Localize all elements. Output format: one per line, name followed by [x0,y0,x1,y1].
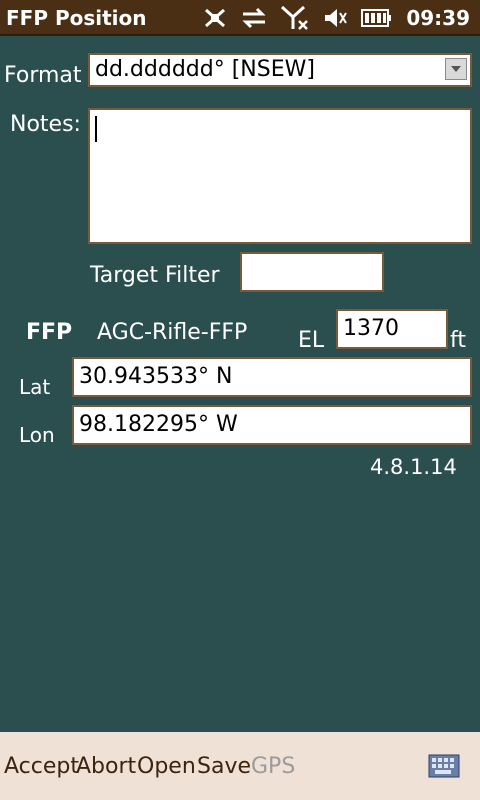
target-filter-input[interactable] [240,252,384,292]
muted-speaker-icon[interactable] [322,6,348,30]
elevation-value: 1370 [343,316,399,341]
lon-input[interactable]: 98.182295° W [72,405,472,445]
lon-label: Lon [19,423,55,447]
open-button[interactable]: Open [137,754,196,779]
lon-value: 98.182295° W [79,412,238,437]
gps-button[interactable]: GPS [251,754,295,779]
title-bar: FFP Position 09:39 [0,0,480,36]
abort-button[interactable]: Abort [76,754,136,779]
el-unit: ft [450,328,466,353]
lat-input[interactable]: 30.943533° N [72,357,472,397]
format-value: dd.dddddd° [NSEW] [95,57,315,82]
text-caret [95,116,97,142]
ffp-label: FFP [26,320,73,345]
clock[interactable]: 09:39 [406,6,470,30]
accept-button[interactable]: Accept [4,754,79,779]
save-button[interactable]: Save [197,754,251,779]
no-signal-icon[interactable] [280,5,310,31]
lat-label: Lat [19,375,51,399]
notes-label: Notes: [10,112,81,137]
el-label: EL [298,328,325,353]
sync-icon[interactable] [202,6,228,30]
app-title: FFP Position [6,6,147,30]
lat-value: 30.943533° N [79,364,233,389]
data-transfer-icon[interactable] [240,6,268,30]
elevation-input[interactable]: 1370 [336,309,448,349]
menu-bar: Accept Abort Open Save GPS [0,732,480,800]
keyboard-icon[interactable] [428,754,460,778]
version-label: 4.8.1.14 [370,455,457,479]
notes-textarea[interactable] [88,108,472,244]
format-dropdown[interactable]: dd.dddddd° [NSEW] [88,53,472,87]
chevron-down-icon[interactable] [445,58,467,80]
status-icons: 09:39 [202,5,470,31]
format-label: Format [4,63,82,88]
ffp-name: AGC-Rifle-FFP [97,320,248,345]
battery-icon[interactable] [360,7,392,29]
target-filter-label: Target Filter [90,263,220,288]
